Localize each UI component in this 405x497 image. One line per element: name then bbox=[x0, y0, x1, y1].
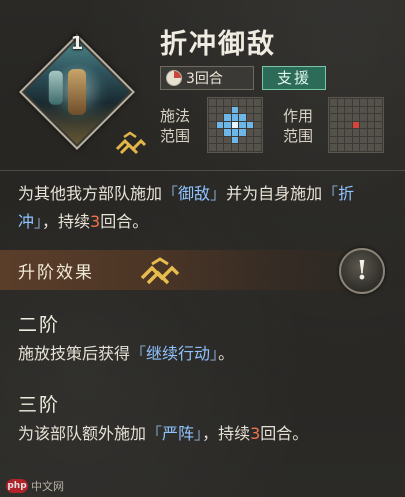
exclamation-icon: ! bbox=[356, 256, 368, 286]
keyword-yudi[interactable]: 御敌 bbox=[178, 184, 210, 203]
header-divider bbox=[0, 170, 405, 171]
cloud-pattern-icon bbox=[140, 257, 180, 285]
skill-icon: 1 bbox=[14, 33, 147, 157]
stage-2-text: 施放技策后获得「继续行动」。 bbox=[18, 344, 235, 363]
stage-2-title: 二阶 bbox=[18, 314, 61, 336]
skill-level: 1 bbox=[70, 33, 84, 54]
effect-range-grid bbox=[328, 97, 384, 153]
skill-name: 折冲御敌 bbox=[160, 29, 276, 60]
cloud-pattern-icon bbox=[115, 131, 147, 155]
cooldown-clock-icon bbox=[166, 70, 182, 86]
skill-description: 为其他我方部队施加「御敌」并为自身施加「折冲」，持续3回合。 bbox=[18, 184, 355, 231]
duration-number: 3 bbox=[90, 212, 101, 231]
cast-range-grid bbox=[207, 97, 263, 153]
php-logo: php bbox=[6, 479, 28, 493]
effect-range-label: 作用 范围 bbox=[283, 107, 314, 145]
cooldown-text: 3回合 bbox=[186, 71, 223, 87]
keyword-continue-action[interactable]: 继续行动 bbox=[146, 344, 210, 363]
skill-detail-panel: 1 折冲御敌 3回合 支援 施法 范围 作用 范围 为其他我方部队施加「御敌」并… bbox=[0, 0, 405, 497]
skill-type-badge: 支援 bbox=[262, 66, 326, 90]
cast-range-label: 施法 范围 bbox=[160, 107, 191, 145]
skill-header: 1 折冲御敌 3回合 支援 施法 范围 作用 范围 bbox=[0, 0, 405, 168]
stage-3-text: 为该部队额外施加「严阵」，持续3回合。 bbox=[18, 424, 309, 443]
info-button[interactable]: ! bbox=[339, 248, 385, 294]
site-watermark: php 中文网 bbox=[6, 479, 64, 493]
stage-3-title: 三阶 bbox=[18, 394, 61, 416]
cooldown-indicator: 3回合 bbox=[160, 66, 254, 90]
keyword-yanzhen[interactable]: 严阵 bbox=[162, 424, 194, 443]
upgrade-title: 升阶效果 bbox=[18, 263, 94, 283]
